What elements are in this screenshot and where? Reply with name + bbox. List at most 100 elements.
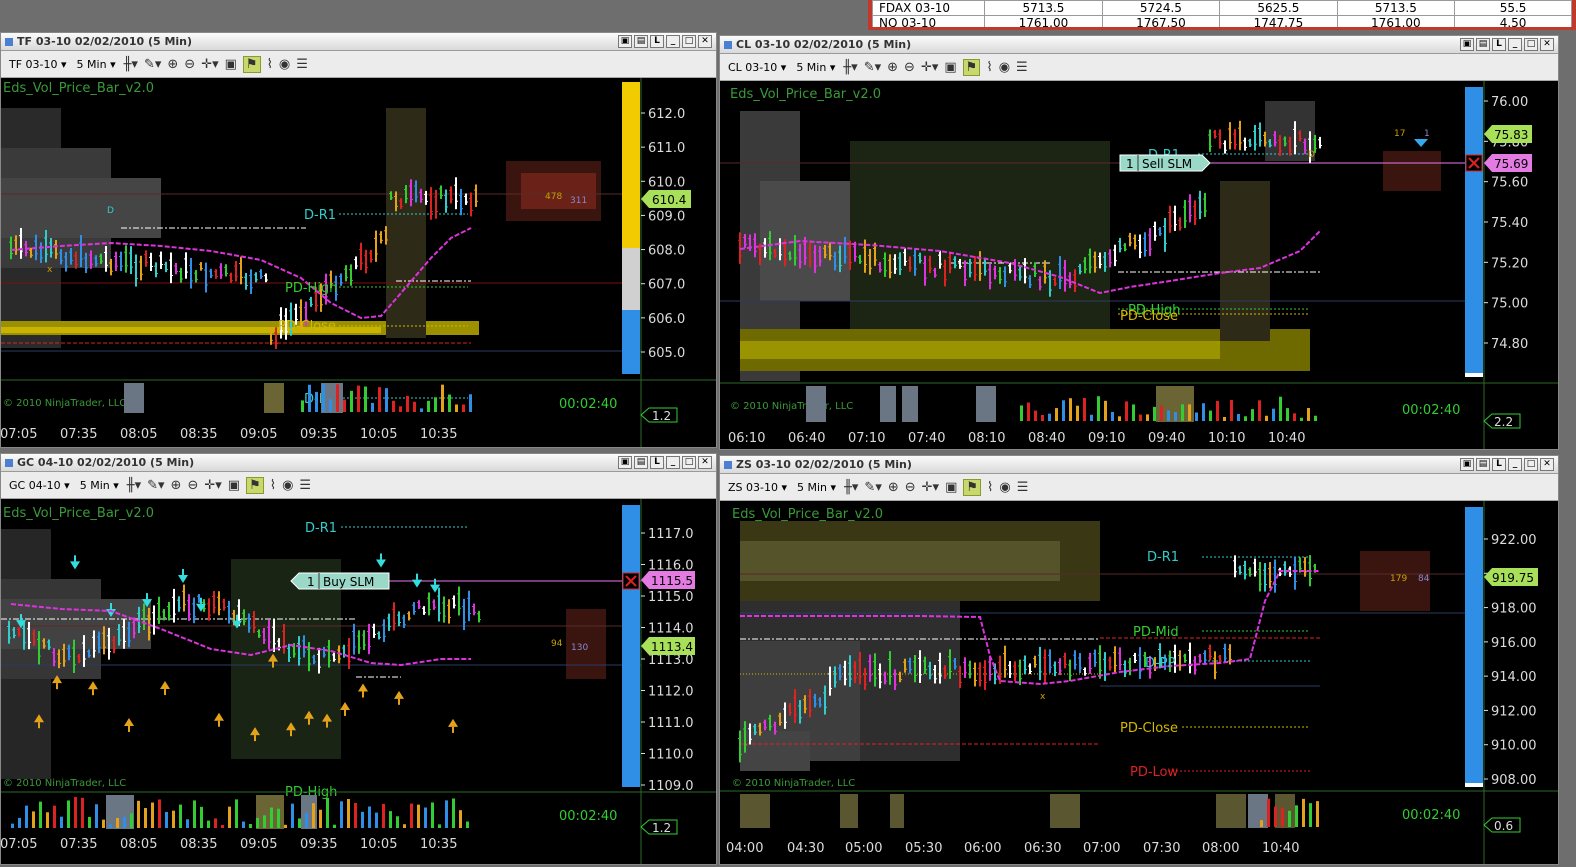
- strategy-icon[interactable]: ◉: [999, 60, 1010, 75]
- window-lock-icon[interactable]: L: [650, 456, 664, 469]
- zoom-out-icon[interactable]: ⊖: [905, 480, 916, 495]
- instrument-selector[interactable]: GC 04-10 ▾: [7, 479, 72, 492]
- drawing-tool-icon[interactable]: ✎▾: [864, 60, 881, 75]
- window-lock-icon[interactable]: L: [1492, 458, 1506, 471]
- volume-bar: [378, 387, 381, 412]
- indicators-icon[interactable]: ⌇: [987, 480, 993, 495]
- close-button[interactable]: ✕: [1540, 458, 1554, 471]
- window-title-bar[interactable]: ZS 03-10 02/02/2010 (5 Min) ▣ ▤ L _ □ ✕: [720, 456, 1558, 474]
- window-snap-icon[interactable]: ▤: [1476, 38, 1490, 51]
- volume-bar: [32, 811, 35, 828]
- maximize-button[interactable]: □: [1524, 38, 1538, 51]
- chart-trader-icon[interactable]: ⚑: [963, 478, 982, 496]
- price-tick-label: 75.20: [1491, 256, 1528, 271]
- bar-type-icon[interactable]: ╫▾: [124, 57, 138, 72]
- crosshair-icon[interactable]: ✛▾: [921, 60, 938, 75]
- indicators-icon[interactable]: ⌇: [267, 57, 273, 72]
- properties-icon[interactable]: ▣: [225, 57, 237, 72]
- maximize-button[interactable]: □: [1524, 458, 1538, 471]
- interval-selector[interactable]: 5 Min ▾: [795, 481, 838, 494]
- zoom-out-icon[interactable]: ⊖: [187, 478, 198, 493]
- volume-bar: [116, 817, 119, 828]
- window-link-icon[interactable]: ▣: [1460, 458, 1474, 471]
- volume-bar: [60, 816, 63, 828]
- window-snap-icon[interactable]: ▤: [634, 35, 648, 48]
- volume-bar: [326, 798, 329, 828]
- window-title-bar[interactable]: GC 04-10 02/02/2010 (5 Min) ▣ ▤ L _ □ ✕: [1, 454, 716, 472]
- window-link-icon[interactable]: ▣: [618, 35, 632, 48]
- instrument-selector[interactable]: TF 03-10 ▾: [7, 58, 69, 71]
- window-lock-icon[interactable]: L: [650, 35, 664, 48]
- table-row[interactable]: FDAX 03-10 5713.5 5724.5 5625.5 5713.5 5…: [872, 0, 1572, 16]
- window-link-icon[interactable]: ▣: [1460, 38, 1474, 51]
- window-snap-icon[interactable]: ▤: [634, 456, 648, 469]
- window-title-bar[interactable]: CL 03-10 02/02/2010 (5 Min) ▣ ▤ L _ □ ✕: [720, 36, 1558, 54]
- strategy-icon[interactable]: ◉: [282, 478, 293, 493]
- cancel-order-icon[interactable]: [622, 572, 640, 590]
- minimize-button[interactable]: _: [1508, 38, 1522, 51]
- quote-table: FDAX 03-10 5713.5 5724.5 5625.5 5713.5 5…: [872, 0, 1572, 27]
- zoom-out-icon[interactable]: ⊖: [184, 57, 195, 72]
- window-title-bar[interactable]: TF 03-10 02/02/2010 (5 Min) ▣ ▤ L _ □ ✕: [1, 33, 716, 51]
- chart-trader-icon[interactable]: ⚑: [962, 58, 981, 76]
- interval-selector[interactable]: 5 Min ▾: [78, 479, 121, 492]
- data-box-icon[interactable]: ☰: [296, 57, 308, 72]
- window-lock-icon[interactable]: L: [1492, 38, 1506, 51]
- window-snap-icon[interactable]: ▤: [1476, 458, 1490, 471]
- properties-icon[interactable]: ▣: [945, 480, 957, 495]
- price-chart[interactable]: Eds_Vol_Price_Bar_v2.0 D-R1 PD-High 1 Bu…: [1, 499, 716, 864]
- crosshair-icon[interactable]: ✛▾: [204, 478, 221, 493]
- price-chart[interactable]: Eds_Vol_Price_Bar_v2.0 D-R1 PD-Mid D-PP …: [720, 501, 1558, 864]
- strategy-icon[interactable]: ◉: [279, 57, 290, 72]
- order-tag-sell[interactable]: 1 Sell SLM: [1119, 154, 1211, 172]
- minimize-button[interactable]: _: [666, 456, 680, 469]
- crosshair-icon[interactable]: ✛▾: [201, 57, 218, 72]
- interval-selector[interactable]: 5 Min ▾: [794, 61, 837, 74]
- close-button[interactable]: ✕: [1540, 38, 1554, 51]
- data-box-icon[interactable]: ☰: [1016, 60, 1028, 75]
- indicators-icon[interactable]: ⌇: [270, 478, 276, 493]
- chart-trader-icon[interactable]: ⚑: [242, 55, 261, 73]
- window-link-icon[interactable]: ▣: [618, 456, 632, 469]
- volume-bar: [413, 401, 416, 412]
- maximize-button[interactable]: □: [682, 35, 696, 48]
- volume-bar: [1174, 412, 1177, 421]
- bar-type-icon[interactable]: ╫▾: [843, 60, 857, 75]
- drawing-tool-icon[interactable]: ✎▾: [144, 57, 161, 72]
- crosshair-icon[interactable]: ✛▾: [922, 480, 939, 495]
- zoom-in-icon[interactable]: ⊕: [167, 57, 178, 72]
- zoom-in-icon[interactable]: ⊕: [887, 60, 898, 75]
- instrument-selector[interactable]: CL 03-10 ▾: [726, 61, 788, 74]
- minimize-button[interactable]: _: [666, 35, 680, 48]
- chart-trader-icon[interactable]: ⚑: [246, 476, 264, 494]
- volume-bar: [375, 812, 378, 828]
- time-tick-label: 08:05: [120, 427, 157, 442]
- table-row[interactable]: NQ 03-10 1761.00 1767.50 1747.75 1761.00…: [872, 15, 1572, 27]
- data-box-icon[interactable]: ☰: [299, 478, 311, 493]
- zoom-out-icon[interactable]: ⊖: [904, 60, 915, 75]
- volume-bar: [1104, 400, 1107, 421]
- minimize-button[interactable]: _: [1508, 458, 1522, 471]
- price-chart[interactable]: Eds_Vol_Price_Bar_v2.0 D-R1 PD-High PD-C…: [720, 81, 1558, 449]
- drawing-tool-icon[interactable]: ✎▾: [147, 478, 164, 493]
- price-chart[interactable]: Eds_Vol_Price_Bar_v2.0 D-R1 PD-High PD-C…: [1, 78, 716, 447]
- window-title: TF 03-10 02/02/2010 (5 Min): [17, 35, 193, 48]
- data-box-icon[interactable]: ☰: [1017, 480, 1029, 495]
- zoom-in-icon[interactable]: ⊕: [888, 480, 899, 495]
- strategy-icon[interactable]: ◉: [999, 480, 1010, 495]
- bar-type-icon[interactable]: ╫▾: [127, 478, 141, 493]
- properties-icon[interactable]: ▣: [944, 60, 956, 75]
- bar-type-icon[interactable]: ╫▾: [844, 480, 858, 495]
- close-button[interactable]: ✕: [698, 456, 712, 469]
- drawing-tool-icon[interactable]: ✎▾: [864, 480, 881, 495]
- cancel-order-icon[interactable]: [1465, 154, 1483, 172]
- interval-selector[interactable]: 5 Min ▾: [75, 58, 118, 71]
- maximize-button[interactable]: □: [682, 456, 696, 469]
- order-tag-buy[interactable]: 1 Buy SLM: [290, 572, 390, 590]
- zoom-in-icon[interactable]: ⊕: [171, 478, 182, 493]
- indicators-icon[interactable]: ⌇: [986, 60, 992, 75]
- properties-icon[interactable]: ▣: [228, 478, 240, 493]
- close-button[interactable]: ✕: [698, 35, 712, 48]
- volume-bar: [1069, 398, 1072, 421]
- instrument-selector[interactable]: ZS 03-10 ▾: [726, 481, 789, 494]
